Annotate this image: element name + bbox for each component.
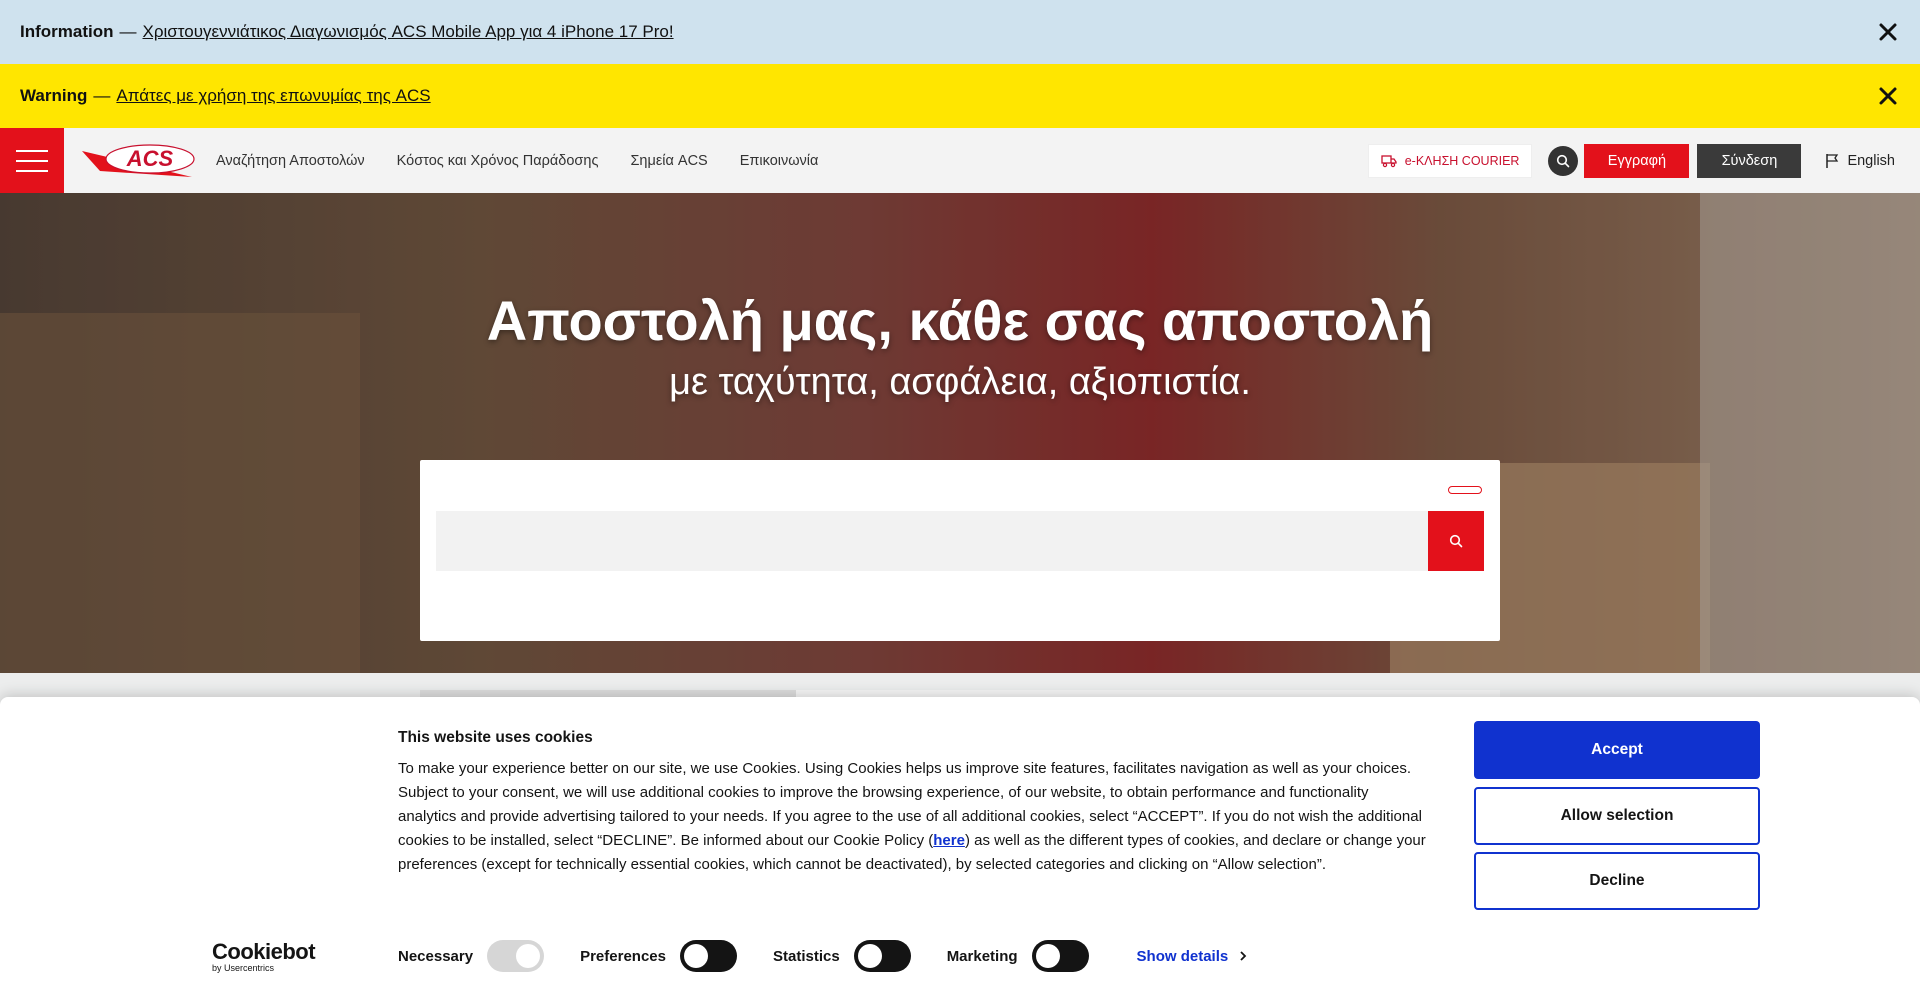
marketing-switch[interactable]	[1031, 940, 1089, 972]
search-icon[interactable]	[1548, 145, 1579, 176]
accept-button[interactable]: Accept	[1474, 721, 1760, 779]
cookie-category-toggles: Necessary Preferences Statistics Marketi…	[398, 939, 1248, 973]
cookie-policy-link[interactable]: here	[933, 832, 965, 849]
necessary-toggle-item: Necessary	[398, 940, 545, 972]
cookie-title: This website uses cookies	[398, 729, 593, 746]
language-label: English	[1847, 152, 1895, 169]
close-icon[interactable]	[1874, 18, 1902, 46]
logo-text: ACS	[126, 146, 174, 171]
tracking-mode-toggle[interactable]	[1448, 486, 1482, 494]
necessary-label: Necessary	[398, 947, 474, 965]
courier-call-button[interactable]: e-ΚΛΗΣΗ COURIER	[1367, 143, 1533, 178]
necessary-switch	[487, 940, 545, 972]
truck-icon	[1381, 154, 1397, 167]
statistics-switch[interactable]	[853, 940, 911, 972]
decline-button[interactable]: Decline	[1474, 852, 1760, 910]
main-navbar: ACS Αναζήτηση Αποστολών Κόστος και Χρόνο…	[0, 128, 1920, 193]
courier-call-label: e-ΚΛΗΣΗ COURIER	[1404, 153, 1520, 168]
nav-link-contact[interactable]: Επικοινωνία	[740, 153, 819, 169]
cookiebot-brand: Cookiebot	[212, 939, 316, 964]
marketing-toggle-item: Marketing	[947, 940, 1089, 972]
allow-selection-button[interactable]: Allow selection	[1474, 787, 1760, 845]
tracking-search-input[interactable]	[436, 511, 1428, 571]
show-details-link[interactable]: Show details	[1137, 948, 1249, 965]
language-switch[interactable]: English	[1825, 153, 1895, 169]
warning-banner-dash: —	[93, 86, 111, 105]
info-banner-dash: —	[119, 22, 137, 41]
tracking-search-button[interactable]	[1428, 511, 1484, 571]
cookiebot-logo: Cookiebot by Usercentrics	[212, 939, 322, 973]
preferences-toggle-item: Preferences	[580, 940, 737, 972]
search-icon	[1449, 534, 1463, 548]
warning-banner-kind: Warning	[20, 86, 88, 105]
nav-link-shipment-search[interactable]: Αναζήτηση Αποστολών	[216, 153, 365, 169]
preferences-label: Preferences	[580, 947, 666, 965]
info-banner: Information — Χριστουγεννιάτικος Διαγωνι…	[0, 0, 1920, 64]
statistics-label: Statistics	[772, 947, 840, 965]
warning-banner-link[interactable]: Απάτες με χρήση της επωνυμίας της ACS	[116, 86, 430, 106]
show-details-label: Show details	[1136, 947, 1229, 965]
nav-right: e-ΚΛΗΣΗ COURIER Εγγραφή Σύνδεση English	[1367, 128, 1920, 193]
statistics-toggle-item: Statistics	[773, 940, 911, 972]
login-button[interactable]: Σύνδεση	[1697, 143, 1802, 178]
hero-title: Αποστολή μας, κάθε σας αποστολή	[486, 289, 1434, 352]
nav-link-cost-time[interactable]: Κόστος και Χρόνος Παράδοσης	[397, 153, 599, 169]
info-banner-kind: Information	[20, 22, 114, 41]
menu-hamburger-icon[interactable]	[0, 128, 64, 193]
cookie-description: To make your experience better on our si…	[398, 757, 1430, 877]
nav-links: Αναζήτηση Αποστολών Κόστος και Χρόνος Πα…	[216, 153, 850, 169]
warning-banner: Warning — Απάτες με χρήση της επωνυμίας …	[0, 64, 1920, 128]
hero-subtitle: με ταχύτητα, ασφάλεια, αξιοπιστία.	[669, 361, 1251, 403]
info-banner-link[interactable]: Χριστουγεννιάτικος Διαγωνισμός ACS Mobil…	[143, 22, 674, 42]
acs-logo[interactable]: ACS	[80, 141, 200, 181]
close-icon[interactable]	[1874, 82, 1902, 110]
marketing-label: Marketing	[946, 947, 1018, 965]
chevron-right-icon	[1240, 951, 1247, 961]
flag-icon	[1826, 153, 1839, 168]
preferences-switch[interactable]	[679, 940, 737, 972]
register-button[interactable]: Εγγραφή	[1584, 143, 1690, 178]
cookie-consent-dialog: This website uses cookies To make your e…	[0, 697, 1920, 993]
tracking-card	[420, 460, 1500, 641]
nav-link-acs-points[interactable]: Σημεία ACS	[630, 153, 707, 169]
